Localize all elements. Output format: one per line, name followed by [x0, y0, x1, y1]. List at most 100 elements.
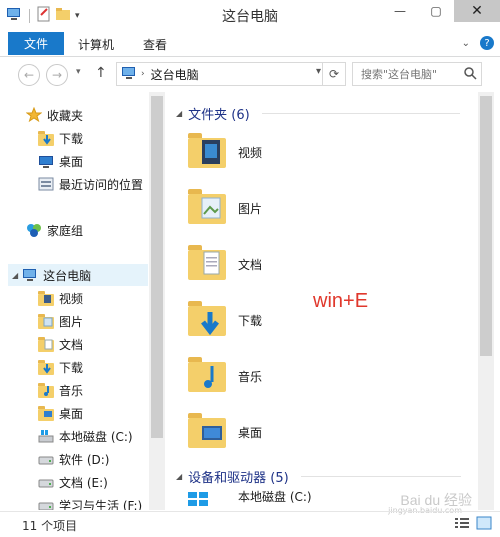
computer-icon — [22, 267, 38, 283]
folder-item-pictures[interactable]: 图片 — [188, 188, 262, 228]
nav-item-downloads-fav[interactable]: 下载 — [38, 127, 83, 149]
group-divider — [300, 476, 461, 477]
expand-collapse-icon[interactable]: ◢ — [12, 271, 18, 280]
minimize-button[interactable]: — — [382, 0, 418, 22]
homegroup-icon — [26, 222, 42, 238]
tab-view[interactable]: 查看 — [143, 36, 167, 53]
group-header-label: 设备和驱动器 (5) — [188, 471, 289, 486]
refresh-button[interactable]: ⟳ — [322, 63, 345, 85]
collapse-group-icon[interactable]: ◢ — [176, 109, 182, 118]
search-input[interactable] — [359, 66, 467, 82]
downloads-folder-icon — [38, 359, 54, 375]
music-folder-icon — [38, 382, 54, 398]
nav-this-pc-label: 这台电脑 — [43, 268, 92, 283]
nav-label: 音乐 — [59, 383, 84, 398]
group-header-folders[interactable]: ◢ 文件夹 (6) — [176, 104, 460, 123]
group-header-devices[interactable]: ◢ 设备和驱动器 (5) — [176, 467, 461, 486]
star-icon — [25, 106, 43, 123]
system-drive-icon — [188, 490, 228, 510]
nav-item-desktop-fav[interactable]: 桌面 — [38, 150, 83, 172]
title-bar: ▾ 这台电脑 — ▢ ✕ — [0, 0, 500, 30]
large-icons-view-icon[interactable] — [476, 516, 492, 533]
nav-item-music[interactable]: 音乐 — [38, 379, 83, 401]
file-label: 本地磁盘 (C:) — [238, 489, 312, 504]
documents-folder-icon — [38, 336, 54, 352]
desktop-folder-icon — [38, 405, 54, 421]
back-arrow-icon: ← — [23, 68, 35, 82]
view-switcher — [454, 516, 492, 533]
downloads-folder-icon — [38, 130, 54, 146]
folder-item-videos[interactable]: 视频 — [188, 132, 262, 172]
search-icon[interactable] — [463, 66, 477, 83]
recent-locations-dropdown[interactable]: ▾ — [76, 67, 81, 77]
nav-label: 图片 — [59, 314, 84, 329]
nav-label: 本地磁盘 (C:) — [59, 429, 133, 444]
documents-folder-icon — [188, 244, 228, 284]
nav-favorites-label: 收藏夹 — [47, 108, 84, 123]
nav-label: 学习与生活 (F:) — [59, 498, 143, 511]
navigation-pane-scrollbar[interactable] — [149, 92, 165, 510]
nav-homegroup[interactable]: 家庭组 — [26, 219, 83, 241]
nav-label: 下载 — [59, 131, 84, 146]
breadcrumb-chevron-icon[interactable]: › — [141, 69, 145, 79]
back-button[interactable]: ← — [18, 64, 40, 86]
group-header-label: 文件夹 (6) — [188, 108, 250, 123]
recent-places-icon — [38, 176, 54, 192]
forward-button[interactable]: → — [46, 64, 68, 86]
maximize-button[interactable]: ▢ — [418, 0, 454, 22]
file-label: 音乐 — [238, 369, 263, 384]
navigation-pane: 收藏夹 下载 桌面 最近访问的位置 家庭组 ◢ 这台电脑 视频 图片 文档 下载… — [0, 92, 148, 510]
videos-folder-icon — [38, 290, 54, 306]
up-button[interactable]: ↑ — [95, 65, 107, 81]
pictures-folder-icon — [38, 313, 54, 329]
nav-label: 下载 — [59, 360, 84, 375]
scrollbar-thumb[interactable] — [480, 96, 492, 356]
nav-item-drive-c[interactable]: 本地磁盘 (C:) — [38, 425, 133, 447]
tab-file[interactable]: 文件 — [8, 32, 64, 55]
nav-item-pictures[interactable]: 图片 — [38, 310, 83, 332]
folder-item-music[interactable]: 音乐 — [188, 356, 262, 396]
search-box[interactable] — [352, 62, 482, 86]
tab-computer[interactable]: 计算机 — [78, 36, 114, 53]
music-folder-icon — [188, 356, 228, 396]
nav-item-videos[interactable]: 视频 — [38, 287, 83, 309]
nav-this-pc[interactable]: ◢ 这台电脑 — [8, 264, 148, 286]
collapse-group-icon[interactable]: ◢ — [176, 472, 182, 481]
nav-item-documents[interactable]: 文档 — [38, 333, 83, 355]
ribbon-tabs: 文件 计算机 查看 ⌄ ? — [0, 30, 500, 57]
nav-label: 视频 — [59, 291, 84, 306]
content-scrollbar[interactable] — [478, 92, 494, 510]
close-button[interactable]: ✕ — [454, 0, 500, 22]
nav-favorites[interactable]: 收藏夹 — [25, 104, 84, 126]
videos-folder-icon — [188, 132, 228, 172]
folder-item-documents[interactable]: 文档 — [188, 244, 262, 284]
nav-item-drive-e[interactable]: 文档 (E:) — [38, 471, 108, 493]
folder-item-downloads[interactable]: 下载 — [188, 300, 262, 340]
drive-icon — [38, 451, 54, 467]
window-controls: — ▢ ✕ — [382, 0, 500, 22]
help-icon[interactable]: ? — [480, 36, 494, 50]
nav-item-downloads[interactable]: 下载 — [38, 356, 83, 378]
nav-item-recent-places[interactable]: 最近访问的位置 — [38, 173, 143, 195]
nav-item-desktop[interactable]: 桌面 — [38, 402, 83, 424]
drive-icon — [38, 474, 54, 490]
expand-ribbon-icon[interactable]: ⌄ — [462, 38, 470, 49]
breadcrumb-location[interactable]: 这台电脑 — [151, 66, 199, 83]
nav-item-drive-d[interactable]: 软件 (D:) — [38, 448, 109, 470]
device-item-drive-c[interactable]: 本地磁盘 (C:) — [188, 490, 312, 510]
nav-homegroup-label: 家庭组 — [47, 223, 84, 238]
computer-icon — [121, 66, 137, 83]
scrollbar-thumb[interactable] — [151, 96, 163, 438]
downloads-folder-icon — [188, 300, 228, 340]
nav-item-drive-f[interactable]: 学习与生活 (F:) — [38, 494, 142, 510]
address-dropdown-icon[interactable]: ▾ — [316, 66, 321, 77]
file-label: 桌面 — [238, 425, 263, 440]
desktop-icon — [38, 153, 54, 169]
navigation-bar: ← → ▾ ↑ › 这台电脑 ▾ ⟳ — [0, 57, 500, 91]
details-view-icon[interactable] — [454, 516, 470, 533]
address-bar[interactable]: › 这台电脑 ▾ ⟳ — [116, 62, 346, 86]
file-label: 图片 — [238, 201, 263, 216]
forward-arrow-icon: → — [51, 68, 63, 82]
drive-icon — [38, 497, 54, 510]
folder-item-desktop[interactable]: 桌面 — [188, 412, 262, 452]
